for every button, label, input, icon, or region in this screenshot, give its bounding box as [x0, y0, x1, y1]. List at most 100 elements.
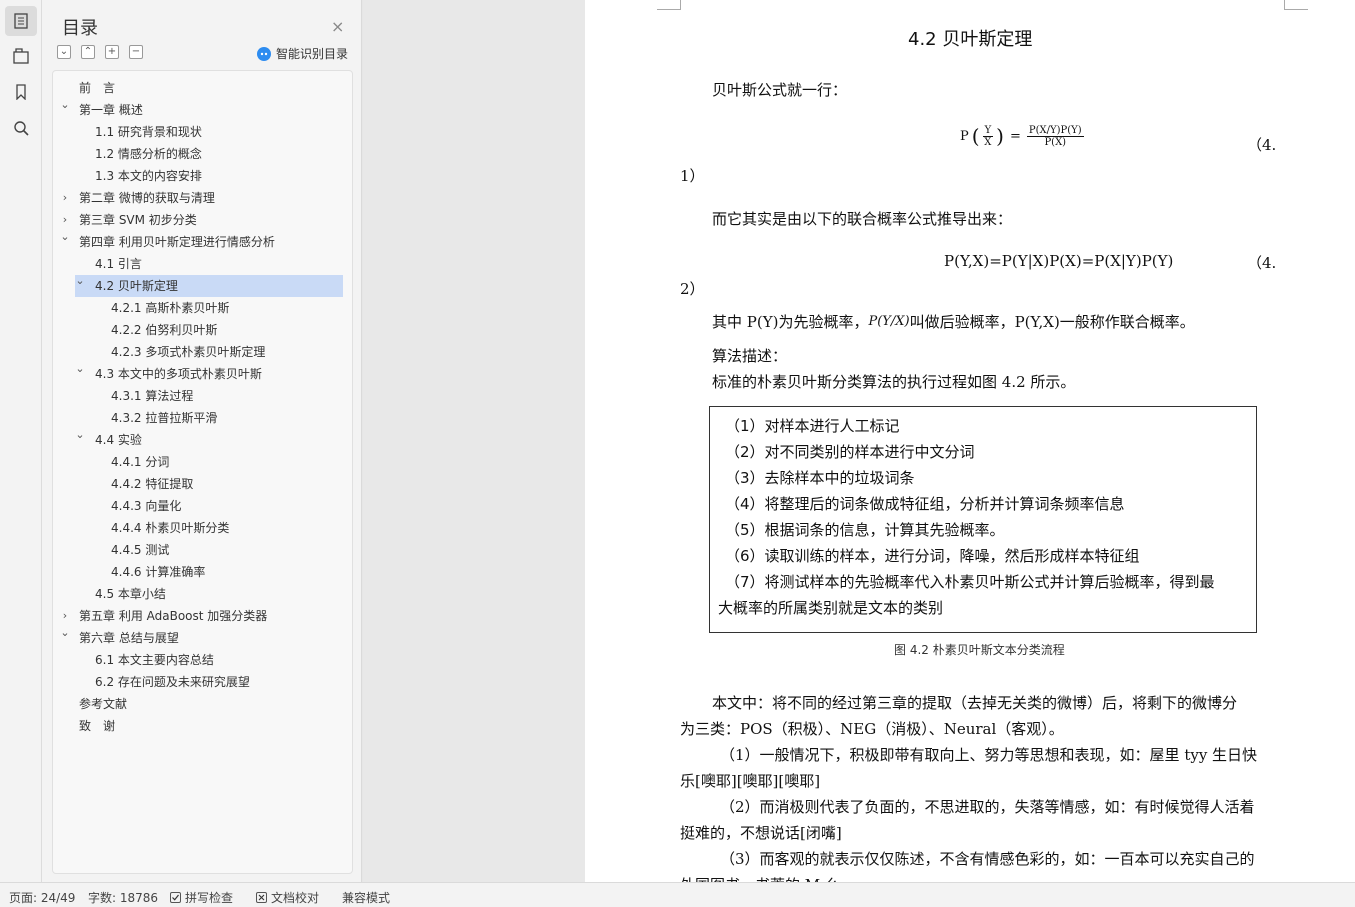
toc-item-label: 1.2 情感分析的概念 — [95, 147, 202, 161]
toc-item[interactable]: ⌄ 4.2 贝叶斯定理 — [75, 274, 343, 297]
toc-item[interactable]: 1.2 情感分析的概念 — [53, 143, 349, 165]
toc-item-label: 第五章 利用 AdaBoost 加强分类器 — [79, 609, 268, 623]
algo-title: 算法描述： — [712, 347, 788, 365]
body-line: 挺难的，不想说话[闭嘴] — [680, 824, 842, 842]
toc-item[interactable]: 4.4.5 测试 — [53, 539, 349, 561]
toc-item-label: 4.4.1 分词 — [111, 455, 170, 469]
spell-check-button[interactable]: 拼写检查 — [170, 889, 233, 906]
expand-all-button[interactable]: ⌄ — [57, 45, 71, 59]
toc-item-label: 致 谢 — [79, 719, 116, 733]
chevron-down-icon[interactable]: ⌄ — [59, 622, 71, 644]
chevron-right-icon[interactable]: › — [59, 187, 71, 209]
step-item: （3）去除样本中的垃圾词条 — [725, 469, 915, 487]
toc-item-label: 4.4.2 特征提取 — [111, 477, 194, 491]
chevron-down-icon[interactable]: ⌄ — [74, 358, 86, 380]
eq2-number-tail: 2） — [680, 280, 705, 298]
eq1-rhs-frac: P(X/Y)P(Y) P(X) — [1026, 124, 1084, 148]
eq1-lhs-frac: YX — [982, 124, 994, 148]
smart-toc-button[interactable]: 智能识别目录 — [257, 45, 348, 62]
toc-item[interactable]: 4.5 本章小结 — [53, 583, 349, 605]
toc-item[interactable]: › 第三章 SVM 初步分类 — [53, 209, 349, 231]
equation-1: P ( YX ) = P(X/Y)P(Y) P(X) — [960, 124, 1084, 148]
toc-item[interactable]: ⌄ 第四章 利用贝叶斯定理进行情感分析 — [53, 230, 349, 253]
figure-caption: 图 4.2 朴素贝叶斯文本分类流程 — [894, 643, 1065, 657]
toc-item[interactable]: 4.1 引言 — [53, 253, 349, 275]
toc-item[interactable]: 4.4.1 分词 — [53, 451, 349, 473]
toc-item-label: 4.5 本章小结 — [95, 587, 166, 601]
eq1-number: （4. — [1247, 136, 1277, 154]
bookmark-tab-icon[interactable] — [5, 41, 37, 71]
toc-item[interactable]: 4.2.1 高斯朴素贝叶斯 — [53, 297, 349, 319]
toc-item[interactable]: 4.2.2 伯努利贝叶斯 — [53, 319, 349, 341]
step-item: 大概率的所属类别就是文本的类别 — [718, 599, 944, 617]
collapse-all-button[interactable]: ⌃ — [81, 45, 95, 59]
toc-item-label: 4.2.3 多项式朴素贝叶斯定理 — [111, 345, 266, 359]
toc-item-label: 4.2.2 伯努利贝叶斯 — [111, 323, 218, 337]
toc-item[interactable]: 致 谢 — [53, 715, 349, 737]
toc-item[interactable]: 1.3 本文的内容安排 — [53, 165, 349, 187]
body-line: 乐[噢耶][噢耶][噢耶] — [680, 772, 821, 790]
equation-2: P(Y,X)=P(Y|X)P(X)=P(X|Y)P(Y) — [944, 252, 1174, 270]
compat-mode[interactable]: 兼容模式 — [342, 889, 390, 906]
toc-item-label: 第一章 概述 — [79, 103, 143, 117]
toc-item[interactable]: 4.3.1 算法过程 — [53, 385, 349, 407]
toc-item-label: 第二章 微博的获取与清理 — [79, 191, 215, 205]
body-line: （2）而消极则代表了负面的，不思进取的，失落等情感，如：有时候觉得人活着 — [720, 798, 1255, 816]
derive-text: 而它其实是由以下的联合概率公式推导出来： — [712, 210, 1013, 228]
workspace-gutter — [363, 0, 585, 882]
bookmark-icon[interactable] — [5, 77, 37, 107]
page-count[interactable]: 页面: 24/49 — [9, 889, 75, 906]
toc-item-label: 4.4.3 向量化 — [111, 499, 182, 513]
body-line: （3）而客观的就表示仅仅陈述，不含有情感色彩的，如：一百本可以充实自己的 — [720, 850, 1255, 868]
toc-toolbar: ⌄ ⌃ + − — [57, 45, 143, 59]
toc-item-label: 4.3.2 拉普拉斯平滑 — [111, 411, 218, 425]
toc-item-label: 1.1 研究背景和现状 — [95, 125, 202, 139]
toc-item[interactable]: 1.1 研究背景和现状 — [53, 121, 349, 143]
document-page[interactable]: 4.2 贝叶斯定理 贝叶斯公式就一行： P ( YX ) = P(X/Y)P(Y… — [585, 0, 1355, 882]
toc-item[interactable]: 4.4.6 计算准确率 — [53, 561, 349, 583]
toc-item[interactable]: 参考文献 — [53, 693, 349, 715]
toc-item[interactable]: › 第二章 微博的获取与清理 — [53, 187, 349, 209]
close-icon[interactable]: × — [331, 17, 344, 36]
toc-item-label: 4.4.5 测试 — [111, 543, 170, 557]
toc-panel: 目录 × ⌄ ⌃ + − 智能识别目录 前 言 ⌄ 第一章 概述 1.1 研究背景和现… — [42, 0, 362, 882]
toc-icon[interactable] — [5, 6, 37, 36]
body-line: 本文中：将不同的经过第三章的提取（去掉无关类的微博）后，将剩下的微博分 — [712, 694, 1238, 712]
toc-item[interactable]: 4.2.3 多项式朴素贝叶斯定理 — [53, 341, 349, 363]
margin-mark — [1284, 0, 1308, 10]
toc-item[interactable]: 4.4.2 特征提取 — [53, 473, 349, 495]
left-rail — [0, 0, 42, 882]
toc-item[interactable]: 4.4.3 向量化 — [53, 495, 349, 517]
step-item: （2）对不同类别的样本进行中文分词 — [725, 443, 975, 461]
toc-item[interactable]: 6.2 存在问题及未来研究展望 — [53, 671, 349, 693]
toc-item-label: 4.4.4 朴素贝叶斯分类 — [111, 521, 230, 535]
toc-item[interactable]: 6.1 本文主要内容总结 — [53, 649, 349, 671]
toc-item-label: 1.3 本文的内容安排 — [95, 169, 202, 183]
remove-heading-button[interactable]: − — [129, 45, 143, 59]
toc-item[interactable]: 4.3.2 拉普拉斯平滑 — [53, 407, 349, 429]
chevron-down-icon[interactable]: ⌄ — [74, 424, 86, 446]
toc-item[interactable]: ⌄ 第六章 总结与展望 — [53, 626, 349, 649]
algorithm-box: （1）对样本进行人工标记 （2）对不同类别的样本进行中文分词 （3）去除样本中的… — [709, 406, 1257, 633]
chevron-down-icon[interactable]: ⌄ — [74, 270, 86, 292]
toc-item[interactable]: ⌄ 4.4 实验 — [53, 428, 349, 451]
toc-item[interactable]: ⌄ 4.3 本文中的多项式朴素贝叶斯 — [53, 362, 349, 385]
posterior-formula: P(Y/X) — [868, 314, 910, 329]
search-icon[interactable] — [5, 113, 37, 143]
word-count[interactable]: 字数: 18786 — [88, 889, 158, 906]
toc-item-label: 4.3.1 算法过程 — [111, 389, 194, 403]
toc-item[interactable]: › 第五章 利用 AdaBoost 加强分类器 — [53, 605, 349, 627]
toc-item-label: 6.2 存在问题及未来研究展望 — [95, 675, 250, 689]
toc-item[interactable]: 4.4.4 朴素贝叶斯分类 — [53, 517, 349, 539]
chevron-down-icon[interactable]: ⌄ — [59, 94, 71, 116]
toc-item[interactable]: 前 言 — [53, 77, 349, 99]
toc-item[interactable]: ⌄ 第一章 概述 — [53, 98, 349, 121]
toc-item-label: 第三章 SVM 初步分类 — [79, 213, 197, 227]
step-item: （1）对样本进行人工标记 — [725, 417, 900, 435]
toc-item-label: 4.4.6 计算准确率 — [111, 565, 206, 579]
toc-item-label: 4.3 本文中的多项式朴素贝叶斯 — [95, 367, 262, 381]
add-heading-button[interactable]: + — [105, 45, 119, 59]
proofread-button[interactable]: 文档校对 — [256, 889, 319, 906]
toc-item-label: 6.1 本文主要内容总结 — [95, 653, 214, 667]
chevron-down-icon[interactable]: ⌄ — [59, 226, 71, 248]
